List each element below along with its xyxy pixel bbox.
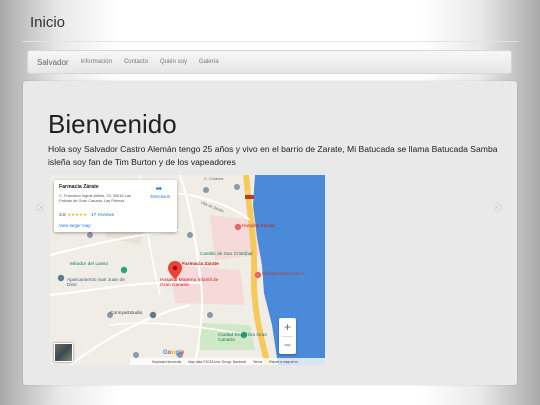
zoom-divider [282,336,293,337]
map-label-castillo: Castillo de San Cristóbal [200,252,253,257]
place-rating: 3.8 ★★★★★ 17 reviews [59,212,114,218]
hero-jumbotron: Bienvenido Hola soy Salvador Castro Alem… [23,81,517,385]
navbar: Salvador Información Contacto Quién soy … [27,50,512,74]
map-label-polideportivo: Polideportivo San C... [262,272,309,277]
map-label-ciudad-deportiva: Ciudad Deportiva Gran Canaria [218,333,268,343]
header-divider [22,41,518,42]
hero-heading: Bienvenido [48,109,177,139]
chevron-right-icon[interactable]: › [492,198,504,214]
site-title[interactable]: Inicio [30,14,65,31]
place-address: C. Francisco Inglott Artiles, 23, 35016 … [59,193,132,203]
place-name: Farmacia Zárate [59,184,99,190]
map-data-attribution: Map data ©2023 Inst. Geogr. Nacional [188,359,246,364]
embedded-google-map[interactable]: Farmacia Zárate C. Francisco Inglott Art… [50,175,325,365]
chevron-left-icon[interactable]: ‹ [34,198,46,214]
map-label-aparcamiento: Aparcamiento San Juan de Dios [67,278,125,288]
view-larger-map-link[interactable]: View larger map [59,223,91,228]
nav-link-informacion[interactable]: Información [81,59,112,65]
map-label-street-cordoba: C. Córdoba [204,177,224,181]
map-zoom-control: + − [279,318,296,354]
reviews-link[interactable]: 17 reviews [91,213,114,218]
report-map-error-link[interactable]: Report a map error [269,360,298,364]
map-label-hospital: Hospital Insular [242,224,276,229]
rating-value: 3.8 [59,213,66,218]
nav-link-contacto[interactable]: Contacto [124,59,148,65]
nav-link-galeria[interactable]: Galería [199,59,219,65]
zoom-out-button[interactable]: − [279,336,296,354]
map-label-hospital-materno: Hospital Materno Infantil de Gran Canari… [160,278,219,288]
hero-intro-text: Hola soy Salvador Castro Alemán tengo 25… [48,144,498,167]
place-info-card: Farmacia Zárate C. Francisco Inglott Art… [54,180,177,232]
star-rating-icon: ★★★★★ [67,212,87,217]
directions-link[interactable]: Directions [150,194,170,199]
nav-link-quien-soy[interactable]: Quién soy [160,59,187,65]
terms-link[interactable]: Terms [253,360,262,364]
map-label-connyart: Connyartstudio [110,311,143,316]
directions-icon[interactable]: ➦ [155,185,163,193]
satellite-view-toggle[interactable] [54,343,73,362]
map-attribution-bar: Keyboard shortcuts Map data ©2023 Inst. … [130,358,325,365]
keyboard-shortcuts-link[interactable]: Keyboard shortcuts [152,360,181,364]
google-logo: Google [163,350,184,356]
navbar-brand[interactable]: Salvador [37,58,69,67]
google-logo-letter: e [180,350,185,356]
map-label-pin: Farmacia Zarate [182,262,219,267]
zoom-in-button[interactable]: + [279,318,296,336]
map-label-mirador: Mirador del Lasso [70,262,109,267]
map-label-gc1: GC-1 [246,190,254,194]
